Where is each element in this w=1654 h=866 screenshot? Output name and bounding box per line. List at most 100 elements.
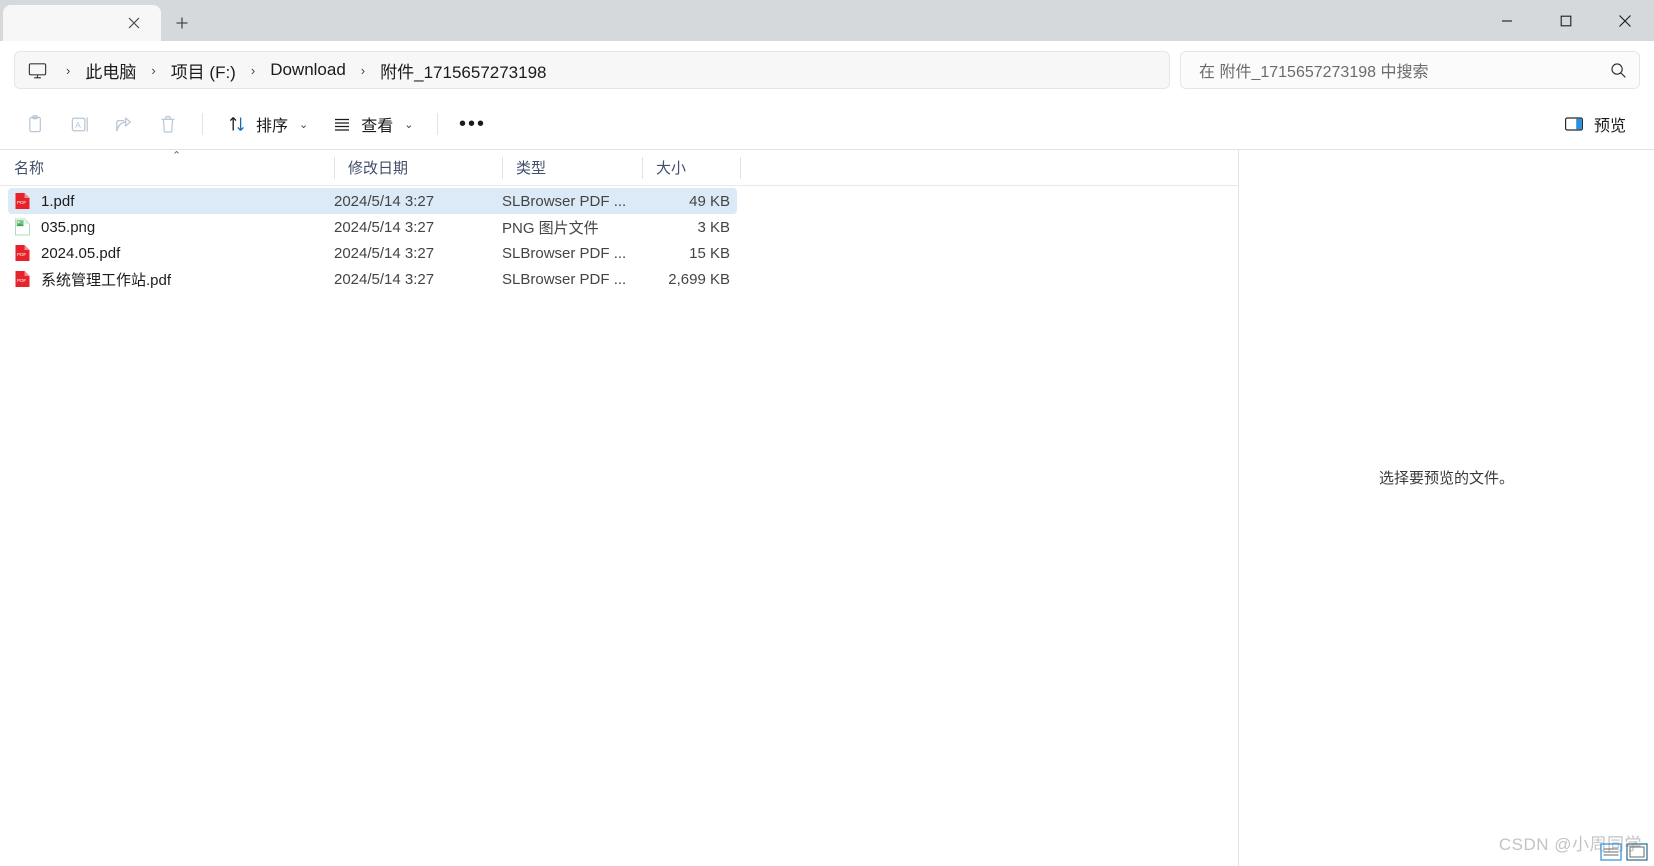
chevron-down-icon: ⌄ — [404, 118, 414, 131]
plus-icon — [176, 17, 188, 29]
close-icon — [1618, 14, 1631, 27]
close-glyph — [128, 17, 140, 29]
sort-icon — [229, 117, 244, 131]
close-button[interactable] — [1595, 0, 1654, 41]
command-bar: A 排序 ⌄ 查看 ⌄ ••• 预览 — [0, 99, 1654, 149]
table-row[interactable]: PDF 2024.05.pdf 2024/5/14 3:27 SLBrowser… — [8, 240, 737, 266]
column-header-type-label: 类型 — [516, 160, 547, 177]
file-size: 49 KB — [689, 192, 730, 210]
breadcrumb-separator: › — [250, 62, 256, 78]
preview-pane-icon — [1564, 117, 1583, 131]
file-name-cell: PDF 1.pdf — [8, 192, 334, 210]
file-date: 2024/5/14 3:27 — [334, 218, 435, 236]
file-date: 2024/5/14 3:27 — [334, 244, 435, 262]
corner-view-icons — [1600, 842, 1648, 862]
search-glyph — [1611, 62, 1626, 78]
pdf-file-icon: PDF — [15, 193, 30, 209]
share-icon[interactable] — [102, 106, 146, 142]
delete-icon[interactable] — [146, 106, 190, 142]
table-row[interactable]: PDF 系统管理工作站.pdf 2024/5/14 3:27 SLBrowser… — [8, 266, 737, 292]
file-rows: PDF 1.pdf 2024/5/14 3:27 SLBrowser PDF .… — [0, 186, 1238, 866]
sort-button-label: 排序 — [256, 118, 289, 135]
view-button[interactable]: 查看 ⌄ — [320, 106, 425, 142]
file-name: 035.png — [41, 218, 96, 236]
maximize-button[interactable] — [1536, 0, 1595, 41]
minimize-button[interactable] — [1477, 0, 1536, 41]
column-header-name[interactable]: 名称 — [0, 150, 334, 186]
view-icon — [335, 118, 350, 131]
paste-icon[interactable] — [14, 106, 58, 142]
new-tab-button[interactable] — [161, 5, 203, 41]
chevron-down-icon: ⌄ — [299, 118, 309, 131]
column-header-name-label: 名称 — [14, 160, 45, 177]
file-type: SLBrowser PDF ... — [502, 244, 627, 262]
file-size: 3 KB — [697, 218, 730, 236]
search-input[interactable]: 在 附件_1715657273198 中搜索 — [1199, 58, 1610, 82]
breadcrumb[interactable]: › 此电脑 › 项目 (F:) › Download › 附件_17156572… — [14, 51, 1170, 89]
toolbar-divider — [437, 113, 439, 135]
file-size: 2,699 KB — [668, 270, 730, 288]
monitor-glyph — [28, 62, 47, 78]
explorer-tab-active[interactable] — [3, 5, 161, 41]
preview-empty-message: 选择要预览的文件。 — [1378, 470, 1514, 487]
column-header-date-label: 修改日期 — [348, 160, 409, 177]
breadcrumb-item-drive[interactable]: 项目 (F:) — [165, 55, 242, 86]
share-glyph — [116, 116, 131, 131]
column-header-type[interactable]: 类型 — [502, 150, 642, 186]
details-view-icon[interactable] — [1600, 842, 1622, 862]
breadcrumb-separator: › — [360, 62, 366, 78]
breadcrumb-item-current-folder[interactable]: 附件_1715657273198 — [374, 55, 552, 86]
more-options-button[interactable]: ••• — [450, 106, 494, 142]
rename-icon[interactable]: A — [58, 106, 102, 142]
rename-glyph: A — [71, 116, 88, 132]
file-size: 15 KB — [689, 244, 730, 262]
column-header-date[interactable]: 修改日期 — [334, 150, 502, 186]
breadcrumb-item-this-pc[interactable]: 此电脑 — [79, 55, 142, 86]
table-row[interactable]: PDF 1.pdf 2024/5/14 3:27 SLBrowser PDF .… — [8, 188, 737, 214]
search-icon[interactable] — [1610, 62, 1627, 79]
png-file-icon — [15, 218, 30, 236]
file-name-cell: PDF 2024.05.pdf — [8, 244, 334, 262]
breadcrumb-separator: › — [151, 62, 156, 78]
trash-glyph — [161, 115, 175, 133]
file-name: 系统管理工作站.pdf — [41, 271, 172, 289]
large-icons-view-icon[interactable] — [1626, 842, 1648, 862]
file-name: 1.pdf — [41, 192, 75, 210]
title-bar — [0, 0, 1654, 41]
pdf-file-icon: PDF — [15, 245, 30, 261]
preview-pane-label: 预览 — [1593, 118, 1626, 135]
minimize-icon — [1501, 19, 1512, 22]
paste-glyph — [28, 114, 41, 132]
search-box[interactable]: 在 附件_1715657273198 中搜索 — [1180, 51, 1640, 89]
sort-button[interactable]: 排序 ⌄ — [215, 106, 320, 142]
toolbar-divider — [202, 113, 203, 135]
monitor-icon[interactable] — [27, 60, 57, 81]
file-type: SLBrowser PDF ... — [502, 192, 627, 210]
preview-pane: 选择要预览的文件。 — [1238, 149, 1654, 866]
column-header-row: 名称 修改日期 类型 大小 ⌃ — [0, 150, 1238, 186]
column-header-spacer — [740, 150, 1238, 186]
file-date: 2024/5/14 3:27 — [334, 270, 435, 288]
sort-ascending-indicator: ⌃ — [172, 150, 182, 162]
table-row[interactable]: 035.png 2024/5/14 3:27 PNG 图片文件 3 KB — [8, 214, 737, 240]
file-date: 2024/5/14 3:27 — [334, 192, 435, 210]
address-bar-row: › 此电脑 › 项目 (F:) › Download › 附件_17156572… — [0, 41, 1654, 99]
tab-close-icon[interactable] — [121, 10, 147, 36]
column-header-size-label: 大小 — [656, 160, 687, 177]
breadcrumb-item-download[interactable]: Download — [264, 57, 352, 83]
view-button-label: 查看 — [361, 118, 394, 135]
file-type: PNG 图片文件 — [502, 219, 599, 237]
column-header-size[interactable]: 大小 — [642, 150, 740, 186]
pdf-file-icon: PDF — [15, 271, 30, 287]
svg-text:A: A — [75, 119, 81, 129]
svg-text:PDF: PDF — [17, 252, 26, 257]
svg-text:PDF: PDF — [17, 200, 26, 205]
file-name: 2024.05.pdf — [41, 244, 121, 262]
maximize-icon — [1560, 15, 1571, 26]
file-type: SLBrowser PDF ... — [502, 270, 627, 288]
preview-pane-toggle[interactable]: 预览 — [1554, 106, 1636, 142]
file-list-pane: 名称 修改日期 类型 大小 ⌃ PDF 1.pdf 2024/5/14 3:27… — [0, 149, 1238, 866]
breadcrumb-separator: › — [66, 62, 71, 78]
file-name-cell: 035.png — [8, 218, 334, 236]
window-caption-buttons — [1477, 0, 1654, 41]
